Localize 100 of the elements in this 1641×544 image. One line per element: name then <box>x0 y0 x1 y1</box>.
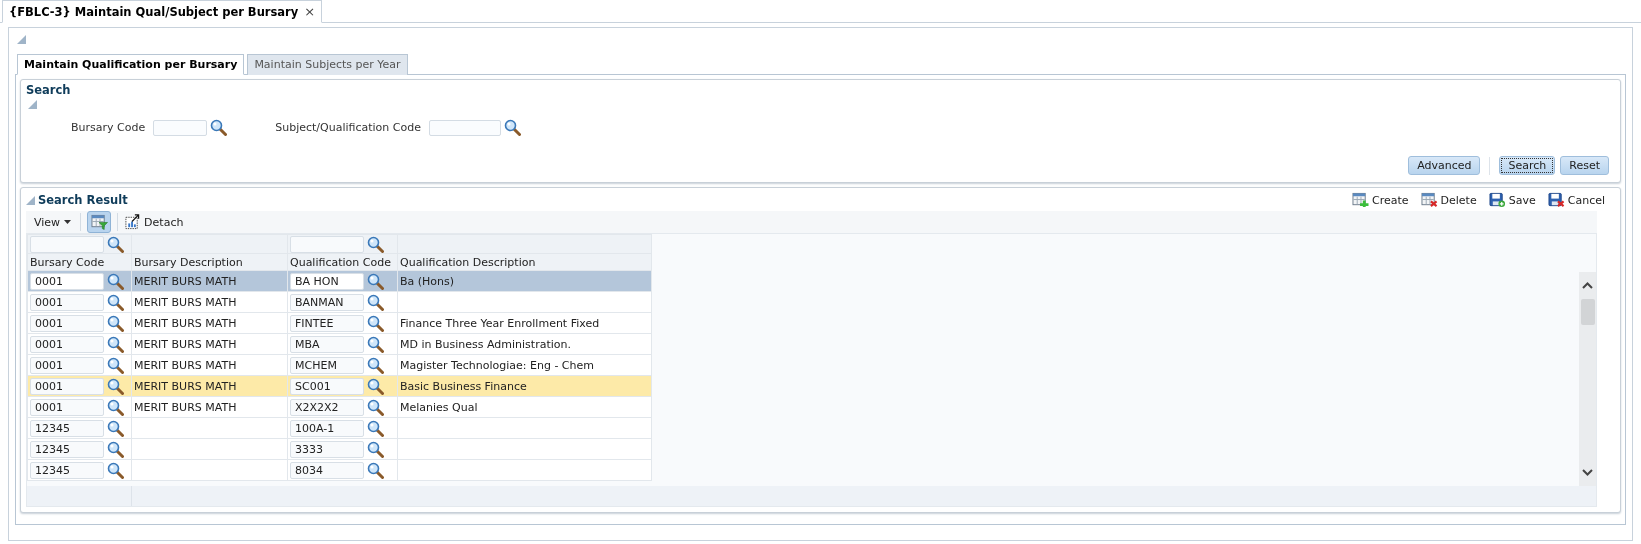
table-cell: MERIT BURS MATH <box>134 295 237 309</box>
search-icon[interactable] <box>107 398 124 416</box>
input-field[interactable]: 8034 <box>290 461 364 479</box>
search-icon[interactable] <box>503 119 521 136</box>
table-cell: Finance Three Year Enrollment Fixed <box>400 316 600 330</box>
search-icon[interactable] <box>210 119 228 136</box>
search-icon[interactable] <box>107 272 124 290</box>
search-icon[interactable] <box>107 235 124 253</box>
filter-field[interactable] <box>290 235 364 253</box>
search-icon[interactable] <box>107 419 124 437</box>
input-field[interactable]: 0001 <box>30 272 104 290</box>
search-icon[interactable] <box>107 293 124 311</box>
chevron-up-icon[interactable] <box>1582 282 1593 289</box>
table-row[interactable]: 0001 MERIT BURS MATH MCHEM Magister Technologiae: Eng - Chem <box>27 354 652 376</box>
input-field[interactable]: 12345 <box>30 440 104 458</box>
input-field[interactable]: 0001 <box>30 398 104 416</box>
input-field[interactable]: X2X2X2 <box>290 398 364 416</box>
table-cell: MERIT BURS MATH <box>134 400 237 414</box>
table-row[interactable]: 12345 8034 <box>27 459 652 481</box>
toolbar-button[interactable]: Cancel <box>1547 192 1605 208</box>
search-icon[interactable] <box>107 356 124 374</box>
input-field[interactable]: SC001 <box>290 377 364 395</box>
input-field[interactable]: 0001 <box>30 335 104 353</box>
document-title: {FBLC-3} Maintain Qual/Subject per Bursary <box>9 4 299 19</box>
close-button[interactable]: × <box>304 4 316 19</box>
input-field[interactable]: 0001 <box>30 377 104 395</box>
filter-field[interactable] <box>30 235 104 253</box>
search-icon[interactable] <box>367 419 384 437</box>
toolbar-button[interactable]: Create <box>1352 192 1409 208</box>
table-row[interactable]: 0001 MERIT BURS MATH MBA MD in Business Administration. <box>27 333 652 355</box>
input-field[interactable] <box>428 119 501 136</box>
tab[interactable]: Maintain Qualification per Bursary <box>17 54 245 75</box>
input-field[interactable]: FINTEE <box>290 314 364 332</box>
table-row[interactable]: 0001 MERIT BURS MATH FINTEE Finance Three Year Enrollment Fixed <box>27 312 652 334</box>
detach-icon <box>124 214 142 230</box>
table-cell: Basic Business Finance <box>400 379 527 393</box>
table-cell: Ba (Hons) <box>400 274 455 288</box>
search-icon[interactable] <box>107 377 124 395</box>
table-add-icon <box>1352 192 1369 208</box>
input-field[interactable]: MCHEM <box>290 356 364 374</box>
input-field[interactable]: 12345 <box>30 419 104 437</box>
table-filter-icon <box>90 214 108 230</box>
disk-delete-icon <box>1547 192 1565 208</box>
search-icon[interactable] <box>367 293 384 311</box>
tab[interactable]: Maintain Subjects per Year <box>247 54 408 75</box>
button[interactable]: Search <box>1499 156 1556 175</box>
table-row[interactable]: 0001 MERIT BURS MATH SC001 Basic Business Finance <box>27 375 652 397</box>
field-label: Subject/Qualification Code <box>275 121 421 134</box>
toolbar-button[interactable]: Delete <box>1420 192 1477 208</box>
chevron-down-icon[interactable] <box>1582 469 1593 476</box>
table-cell: MERIT BURS MATH <box>134 316 237 330</box>
table-row[interactable]: 0001 MERIT BURS MATH X2X2X2 Melanies Qual <box>27 396 652 418</box>
search-icon[interactable] <box>367 440 384 458</box>
search-icon[interactable] <box>367 461 384 479</box>
search-icon[interactable] <box>107 440 124 458</box>
input-field[interactable]: 0001 <box>30 293 104 311</box>
filter-toggle-button[interactable] <box>87 211 112 233</box>
input-field[interactable]: 3333 <box>290 440 364 458</box>
search-icon[interactable] <box>367 335 384 353</box>
table-row[interactable]: 0001 MERIT BURS MATH BA HON Ba (Hons) <box>27 270 652 292</box>
table-row[interactable]: 0001 MERIT BURS MATH BANMAN <box>27 291 652 313</box>
search-icon[interactable] <box>367 398 384 416</box>
button[interactable]: Reset <box>1560 156 1609 175</box>
toolbar-button[interactable]: Save <box>1488 192 1536 208</box>
input-field[interactable]: 100A-1 <box>290 419 364 437</box>
table-cell: Magister Technologiae: Eng - Chem <box>400 358 594 372</box>
search-icon[interactable] <box>107 335 124 353</box>
search-icon[interactable] <box>107 314 124 332</box>
search-icon[interactable] <box>367 356 384 374</box>
table-cell: MERIT BURS MATH <box>134 274 237 288</box>
search-icon[interactable] <box>367 377 384 395</box>
input-field[interactable]: 0001 <box>30 314 104 332</box>
table-cell: MERIT BURS MATH <box>134 379 237 393</box>
table-cell: MERIT BURS MATH <box>134 337 237 351</box>
search-icon[interactable] <box>107 461 124 479</box>
button[interactable]: Advanced <box>1408 156 1481 175</box>
table-cell: MD in Business Administration. <box>400 337 571 351</box>
scrollbar[interactable] <box>1579 272 1596 486</box>
input-field[interactable]: BANMAN <box>290 293 364 311</box>
input-field[interactable]: 12345 <box>30 461 104 479</box>
input-field[interactable]: MBA <box>290 335 364 353</box>
table-cell: Melanies Qual <box>400 400 478 414</box>
panel-title: Search <box>26 83 72 97</box>
scrollbar-thumb[interactable] <box>1580 299 1595 325</box>
view-menu[interactable]: View <box>31 215 75 229</box>
field-label: Bursary Code <box>71 121 146 134</box>
input-field[interactable]: 0001 <box>30 356 104 374</box>
input-field[interactable] <box>153 119 208 136</box>
table-cell: MERIT BURS MATH <box>134 358 237 372</box>
table-row[interactable]: 12345 100A-1 <box>27 417 652 439</box>
search-icon[interactable] <box>367 314 384 332</box>
detach-button[interactable]: Detach <box>124 214 184 230</box>
document-tab[interactable]: {FBLC-3} Maintain Qual/Subject per Bursary × <box>2 0 323 23</box>
search-icon[interactable] <box>367 235 384 253</box>
save-icon <box>1488 192 1506 208</box>
panel-title: Search Result <box>38 193 128 207</box>
table-row[interactable]: 12345 3333 <box>27 438 652 460</box>
input-field[interactable]: BA HON <box>290 272 364 290</box>
table-delete-icon <box>1420 192 1438 208</box>
search-icon[interactable] <box>367 272 384 290</box>
